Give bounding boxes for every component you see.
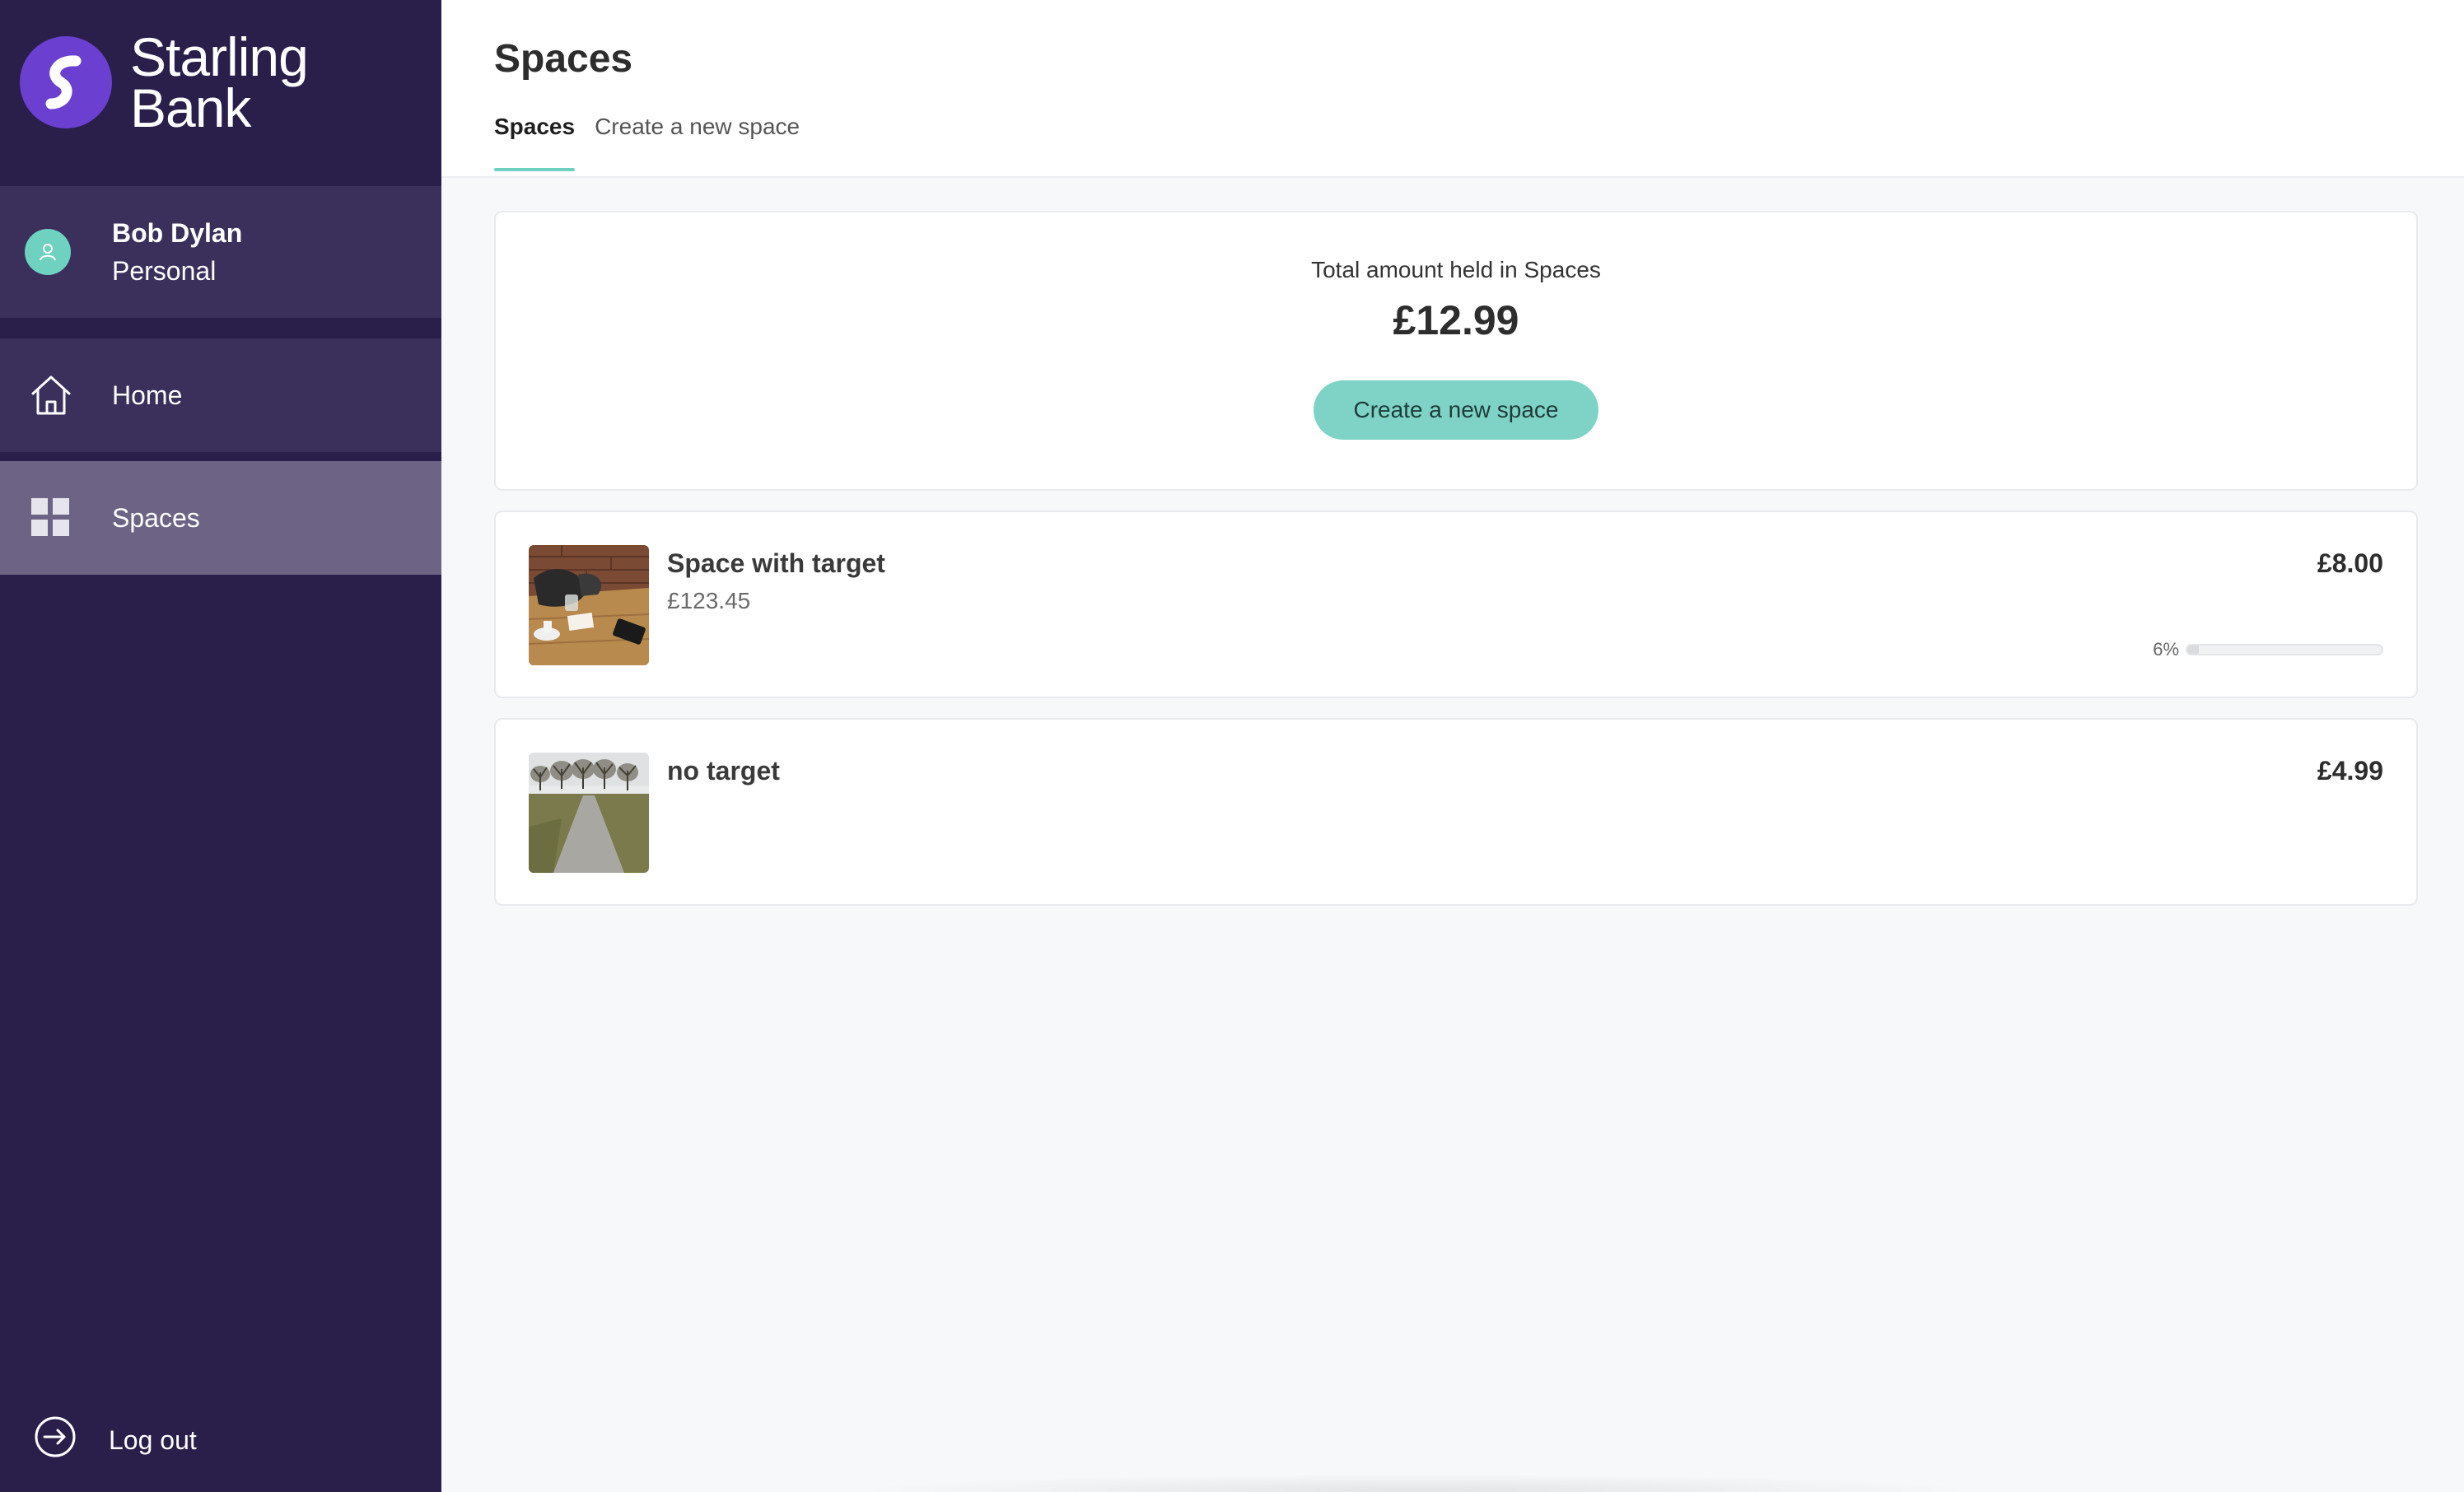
progress-percent: 6% [2153, 639, 2179, 660]
space-thumbnail [529, 753, 649, 873]
create-space-button[interactable]: Create a new space [1314, 380, 1598, 440]
tab-spaces[interactable]: Spaces [494, 114, 576, 171]
user-icon [25, 229, 71, 275]
page-tabs: Spaces Create a new space [494, 114, 819, 171]
page-header: Spaces Spaces Create a new space [441, 0, 2464, 178]
sidebar-item-label: Spaces [112, 502, 200, 533]
sidebar-item-label: Home [112, 380, 183, 410]
tab-create-new-space[interactable]: Create a new space [595, 114, 800, 171]
progress-fill [2187, 646, 2200, 654]
logo-wordmark: Starling Bank [130, 26, 309, 138]
starling-bank-logo[interactable]: Starling Bank [20, 26, 309, 138]
logout-label: Log out [109, 1424, 197, 1455]
profile-text: Bob Dylan Personal [112, 214, 242, 290]
progress-bar [2186, 644, 2383, 655]
grid-icon [28, 495, 74, 541]
space-card[interactable]: no target £4.99 [494, 718, 2418, 906]
logo-line-1: Starling [130, 26, 309, 87]
sidebar-item-home[interactable]: Home [0, 338, 441, 452]
page-title: Spaces [494, 37, 633, 81]
profile-name: Bob Dylan [112, 218, 243, 248]
space-target: £123.45 [667, 588, 751, 613]
total-label: Total amount held in Spaces [1311, 257, 1601, 282]
total-amount: £12.99 [1393, 297, 1519, 343]
account-profile[interactable]: Bob Dylan Personal [0, 186, 441, 318]
starling-logo-icon [20, 36, 112, 128]
sidebar: Starling Bank Bob Dylan Personal Home Sp… [0, 0, 441, 1492]
spaces-summary-card: Total amount held in Spaces £12.99 Creat… [494, 211, 2418, 491]
space-amount: £8.00 [2317, 548, 2383, 578]
logout-button[interactable]: Log out [33, 1415, 197, 1466]
space-amount: £4.99 [2317, 756, 2383, 786]
space-progress: 6% [2153, 639, 2383, 660]
logo-line-2: Bank [130, 77, 251, 138]
space-name: no target [667, 756, 780, 786]
logout-icon [33, 1415, 77, 1466]
home-icon [28, 372, 74, 418]
space-thumbnail [529, 545, 649, 665]
sidebar-item-spaces[interactable]: Spaces [0, 461, 441, 575]
profile-account-type: Personal [112, 256, 217, 286]
space-card[interactable]: Space with target £123.45 £8.00 6% [494, 511, 2418, 698]
space-name: Space with target [667, 548, 885, 578]
scroll-shadow [848, 1474, 1985, 1492]
